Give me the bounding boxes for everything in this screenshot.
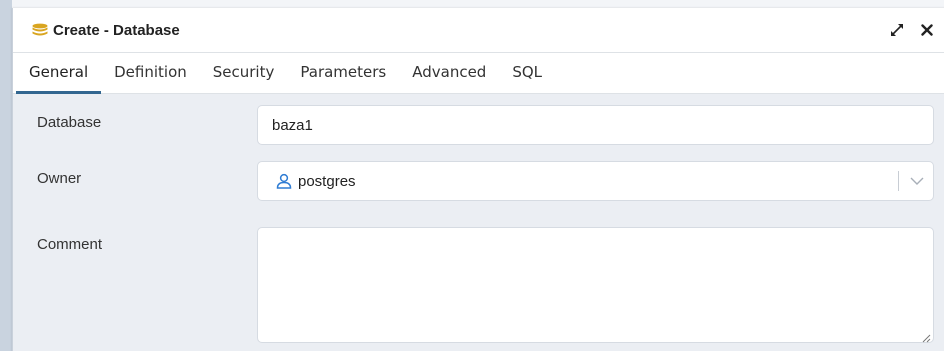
resize-grip-icon[interactable] [921, 330, 931, 343]
create-database-dialog: Create - Database General Definition Sec… [12, 8, 944, 351]
dialog-title: Create - Database [53, 21, 180, 39]
dialog-actions [887, 20, 937, 40]
database-name-input[interactable]: baza1 [257, 105, 934, 145]
owner-label: Owner [37, 170, 82, 187]
screen: Create - Database General Definition Sec… [0, 0, 944, 351]
tab-security[interactable]: Security [200, 63, 288, 94]
database-name-value: baza1 [272, 116, 313, 134]
tab-general[interactable]: General [16, 63, 102, 94]
general-tab-panel: Database baza1 Owner postgres Comment [13, 94, 944, 351]
background-header [12, 0, 944, 8]
tab-sql[interactable]: SQL [499, 63, 555, 94]
tab-parameters[interactable]: Parameters [287, 63, 399, 94]
database-row: Database baza1 [13, 104, 944, 148]
tab-advanced[interactable]: Advanced [399, 63, 499, 94]
comment-textarea[interactable] [257, 227, 934, 343]
owner-select[interactable]: postgres [257, 161, 934, 201]
tab-definition[interactable]: Definition [101, 63, 200, 94]
user-icon [276, 173, 292, 189]
select-separator [898, 171, 899, 191]
comment-row: Comment [13, 218, 944, 348]
owner-row: Owner postgres [13, 160, 944, 204]
dialog-titlebar[interactable]: Create - Database [13, 8, 944, 53]
tab-bar: General Definition Security Parameters A… [13, 53, 944, 94]
background-panel [0, 0, 12, 351]
owner-value: postgres [298, 172, 356, 190]
maximize-icon[interactable] [887, 20, 907, 40]
chevron-down-icon[interactable] [907, 171, 927, 191]
database-icon [31, 23, 49, 37]
comment-label: Comment [37, 236, 103, 253]
database-label: Database [37, 114, 102, 131]
close-icon[interactable] [917, 20, 937, 40]
